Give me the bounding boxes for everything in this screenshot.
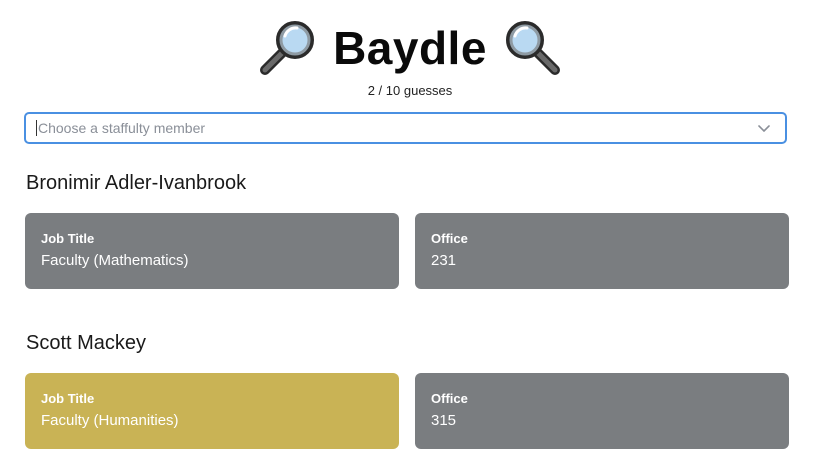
office-card: Office 315 [415, 373, 789, 449]
card-label: Job Title [41, 231, 95, 246]
text-cursor [36, 120, 37, 136]
card-value: Faculty (Mathematics) [41, 252, 189, 269]
guess-counter: 2 / 10 guesses [367, 83, 453, 98]
magnifying-glass-left-icon [260, 21, 315, 75]
card-value: 315 [431, 412, 457, 429]
page-title: Baydle [333, 22, 487, 74]
job-title-card: Job Title Faculty (Mathematics) [25, 213, 399, 289]
guess-name: Scott Mackey [26, 332, 147, 354]
office-card: Office 231 [415, 213, 789, 289]
card-label: Office [431, 231, 468, 246]
job-title-card: Job Title Faculty (Humanities) [25, 373, 399, 449]
guess-name: Bronimir Adler-Ivanbrook [26, 172, 247, 194]
magnifying-glass-right-icon [505, 21, 560, 75]
staff-select-input[interactable]: Choose a staffulty member [24, 112, 787, 144]
card-value: 231 [431, 252, 457, 269]
card-value: Faculty (Humanities) [41, 412, 179, 429]
header: Baydle [0, 20, 820, 76]
chevron-down-icon[interactable] [757, 121, 771, 135]
card-label: Office [431, 391, 468, 406]
card-label: Job Title [41, 391, 95, 406]
select-placeholder: Choose a staffulty member [38, 120, 206, 136]
